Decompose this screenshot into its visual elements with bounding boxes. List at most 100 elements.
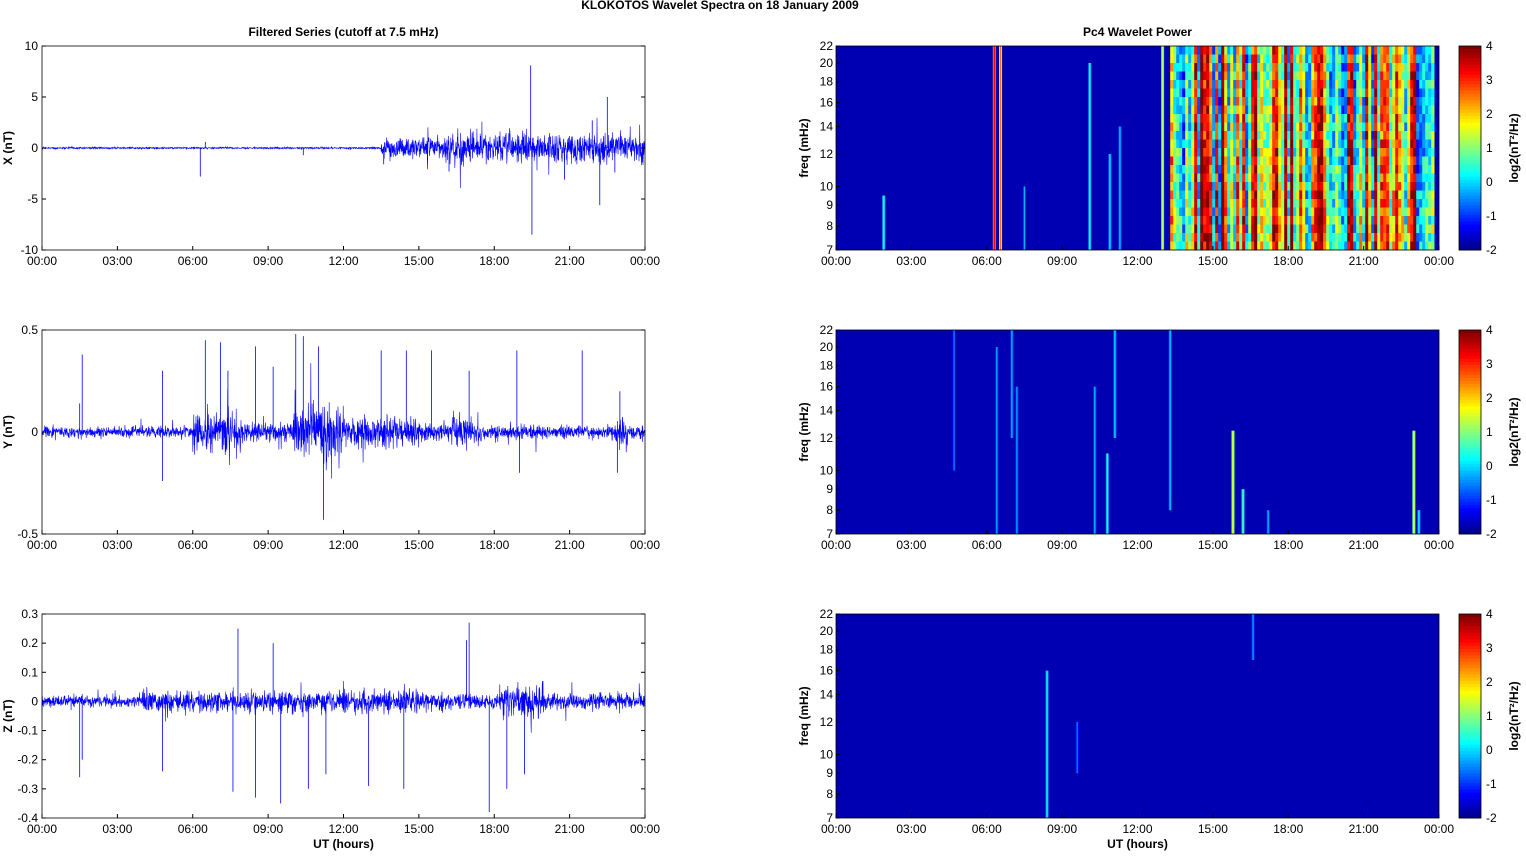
heatmap-cell [1239, 46, 1243, 55]
heatmap-cell [1221, 207, 1225, 217]
heatmap-cell [1371, 54, 1375, 64]
x-tick-label: 00:00 [821, 538, 851, 552]
heatmap-cell [1392, 54, 1396, 64]
heatmap-cell [1206, 207, 1210, 217]
heatmap-cell [1278, 190, 1282, 200]
heatmap-cell [1422, 122, 1426, 132]
heatmap-cell [1335, 46, 1339, 55]
heatmap-cell [1365, 71, 1369, 81]
y-tick-label: -0.1 [17, 724, 38, 738]
heatmap-cell [1419, 165, 1423, 174]
heatmap-cell [1308, 131, 1312, 140]
heatmap-cell [1206, 46, 1210, 55]
heatmap-cell [1263, 173, 1267, 183]
colorbar-segment [1459, 642, 1481, 647]
heatmap-cell [1422, 182, 1426, 191]
heatmap-cell [1254, 156, 1258, 166]
y-tick-label: -0.3 [17, 782, 38, 796]
heatmap-cell [1398, 122, 1402, 132]
heatmap-cell [1314, 173, 1318, 183]
heatmap-cell [1404, 131, 1408, 140]
heatmap-cell [1413, 46, 1417, 55]
heatmap-cell [1251, 224, 1255, 234]
colorbar-segment [1459, 719, 1481, 723]
heatmap-cell [1308, 233, 1312, 242]
heatmap-cell [1374, 88, 1378, 98]
heatmap-cell [1257, 233, 1261, 242]
heatmap-cell [1245, 139, 1249, 149]
heatmap-cell [1269, 216, 1273, 225]
heatmap-cell [1377, 54, 1381, 64]
heatmap-cell [1335, 114, 1339, 123]
heatmap-cell [1206, 114, 1210, 123]
heatmap-cell [1206, 122, 1210, 132]
heatmap-cell [1173, 241, 1177, 251]
heatmap-cell [1356, 139, 1360, 149]
heatmap-cell [1407, 241, 1411, 251]
heatmap-cell [1419, 80, 1423, 89]
heatmap-cell [1302, 216, 1306, 225]
heatmap-cell [1350, 224, 1354, 234]
heatmap-cell [1338, 173, 1342, 183]
x-tick-label: 12:00 [1122, 538, 1152, 552]
heatmap-cell [1260, 173, 1264, 183]
heatmap-cell [1245, 199, 1249, 208]
heatmap-cell [1251, 233, 1255, 242]
colorbar-tick-label: 1 [1486, 425, 1493, 439]
heatmap-cell [1398, 46, 1402, 55]
panel-title: Pc4 Wavelet Power [1083, 25, 1192, 39]
heatmap-cell [1398, 71, 1402, 81]
colorbar-tick-label: 2 [1486, 391, 1493, 405]
heatmap-cell [1401, 97, 1405, 106]
heatmap-cell [1377, 114, 1381, 123]
heatmap-cell [1263, 216, 1267, 225]
heatmap-cell [1173, 156, 1177, 166]
colorbar-segment [1459, 154, 1481, 158]
heatmap-cell [1209, 71, 1213, 81]
heatmap-cell [1200, 216, 1204, 225]
heatmap-cell [1170, 71, 1174, 81]
heatmap-cell [1410, 97, 1414, 106]
heatmap-cell [1233, 148, 1237, 157]
heatmap-cell [1185, 165, 1189, 174]
heatmap-cell [1353, 173, 1357, 183]
heatmap-cell [1404, 122, 1408, 132]
heatmap-cell [1239, 182, 1243, 191]
colorbar-segment [1459, 387, 1481, 391]
x-tick-label: 06:00 [972, 538, 1002, 552]
heatmap-cell [1365, 224, 1369, 234]
heatmap-cell [1323, 88, 1327, 98]
heatmap-cell [1239, 190, 1243, 200]
heatmap-cell [1323, 80, 1327, 89]
heatmap-cell [1287, 97, 1291, 106]
heatmap-cell [1203, 88, 1207, 98]
heatmap-cell [1338, 114, 1342, 123]
heatmap-cell [1179, 199, 1183, 208]
heatmap-cell [1221, 216, 1225, 225]
heatmap-cell [1224, 224, 1228, 234]
heatmap-cell [1200, 199, 1204, 208]
heatmap-cell [1359, 97, 1363, 106]
heatmap-cell [1332, 71, 1336, 81]
y-tick-label: 10 [25, 39, 39, 53]
heatmap-cell [1386, 88, 1390, 98]
heatmap-cell [1350, 139, 1354, 149]
heatmap-cell [1311, 241, 1315, 251]
heatmap-cell [1398, 199, 1402, 208]
heatmap-cell [1269, 207, 1273, 217]
heatmap-burst-core [1016, 386, 1018, 534]
heatmap-cell [1386, 63, 1390, 72]
heatmap-cell [1272, 131, 1276, 140]
heatmap-cell [1425, 131, 1429, 140]
heatmap-cell [1233, 71, 1237, 81]
timeseries-panel-z: 0.30.20.10-0.1-0.2-0.3-0.4Z (nT)00:00 03:… [1, 607, 660, 851]
heatmap-cell [1248, 71, 1252, 81]
heatmap-cell [1209, 241, 1213, 251]
heatmap-cell [1419, 88, 1423, 98]
heatmap-cell [1179, 241, 1183, 251]
heatmap-cell [1191, 190, 1195, 200]
heatmap-cell [1173, 122, 1177, 132]
heatmap-cell [1428, 131, 1432, 140]
heatmap-cell [1272, 224, 1276, 234]
heatmap-cell [1416, 148, 1420, 157]
